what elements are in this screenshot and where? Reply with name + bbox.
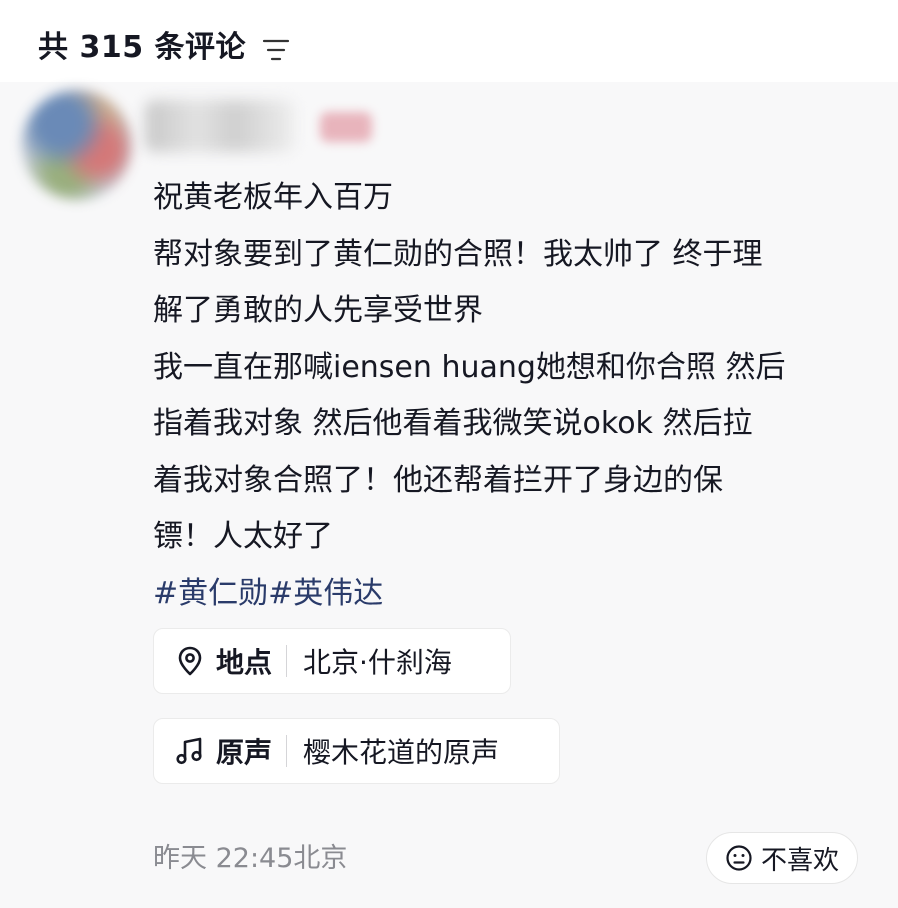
dislike-label: 不喜欢 bbox=[760, 845, 839, 876]
user-badge bbox=[320, 112, 372, 142]
frown-face-icon bbox=[726, 845, 752, 871]
location-pin-icon bbox=[174, 645, 206, 677]
comment-line: 指着我对象 然后他看着我微笑说okok 然后拉 bbox=[153, 406, 753, 441]
hashtag-links[interactable]: #黄仁勋#英伟达 bbox=[153, 566, 873, 623]
music-note-icon bbox=[174, 735, 206, 767]
music-value: 樱木花道的原声 bbox=[303, 736, 500, 769]
location-chip[interactable]: 地点 北京·什刹海 bbox=[153, 628, 511, 694]
comment-line: 镖！人太好了 bbox=[153, 519, 333, 554]
comment-line: 着我对象合照了！他还帮着拦开了身边的保 bbox=[153, 462, 723, 498]
avatar[interactable] bbox=[22, 90, 132, 200]
comment-line: 祝黄老板年入百万 bbox=[153, 180, 393, 215]
comment-timestamp: 昨天 22:45北京 bbox=[153, 843, 348, 874]
divider bbox=[286, 735, 288, 767]
dislike-button[interactable]: 不喜欢 bbox=[706, 832, 858, 884]
comment-line: 解了勇敢的人先享受世界 bbox=[153, 293, 483, 328]
comments-header: 共 315 条评论 bbox=[0, 0, 898, 82]
music-label: 原声 bbox=[216, 736, 273, 769]
comment-body: 祝黄老板年入百万 帮对象要到了黄仁勋的合照！我太帅了 终于理 解了勇敢的人先享受… bbox=[153, 170, 873, 622]
username[interactable] bbox=[145, 100, 295, 152]
filter-icon[interactable] bbox=[262, 38, 292, 62]
comment-count-title: 共 315 条评论 bbox=[38, 30, 247, 65]
comment-line: 帮对象要到了黄仁勋的合照！我太帅了 终于理 bbox=[153, 236, 763, 272]
divider bbox=[286, 645, 288, 677]
comment-line: 我一直在那喊iensen huang她想和你合照 然后 bbox=[153, 349, 786, 385]
location-label: 地点 bbox=[216, 646, 273, 679]
location-value: 北京·什刹海 bbox=[303, 646, 452, 679]
music-chip[interactable]: 原声 樱木花道的原声 bbox=[153, 718, 560, 784]
